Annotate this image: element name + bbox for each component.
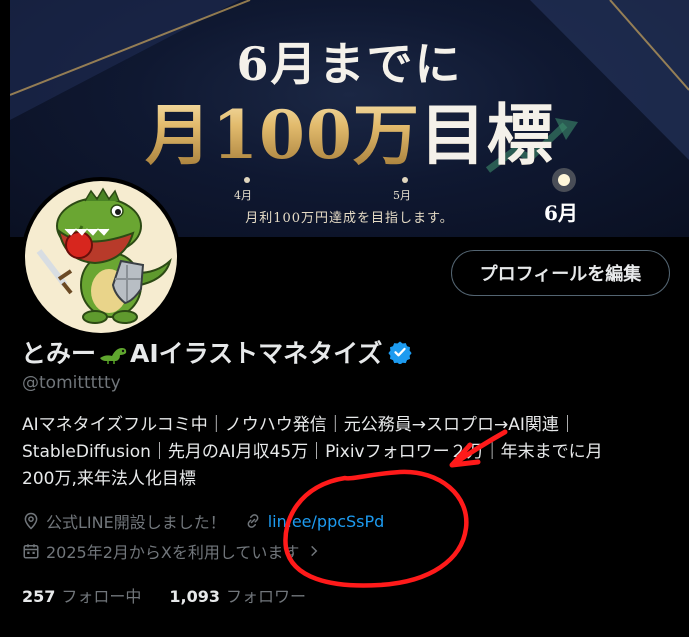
followers-count: 1,093 (169, 587, 221, 606)
joined-text: 2025年2月からXを利用しています (46, 543, 300, 562)
following-link[interactable]: 257 フォロー中 (22, 583, 141, 607)
bio-line: StableDiffusion｜先月のAI月収45万｜Pixivフォロワー２万｜… (22, 442, 603, 462)
follow-stats: 257 フォロー中 1,093 フォロワー (22, 583, 306, 607)
display-name-prefix: とみー (21, 339, 97, 368)
followers-label: フォロワー (226, 587, 307, 606)
user-handle: @tomittttty (22, 373, 121, 393)
dinosaur-emoji-icon (98, 341, 128, 364)
followers-link[interactable]: 1,093 フォロワー (169, 583, 306, 607)
chevron-right-icon (311, 545, 318, 557)
edit-profile-button[interactable]: プロフィールを編集 (451, 250, 670, 296)
profile-meta-row: 公式LINE開設しました！ lin.ee/ppcSsPd (22, 509, 384, 533)
display-name: とみー AIイラストマネタイズ (21, 334, 413, 370)
timeline-label-may: 5月 (393, 189, 411, 202)
banner-title: 月100万目標 (10, 82, 689, 178)
timeline-label-april: 4月 (234, 189, 252, 202)
display-name-suffix: AIイラストマネタイズ (130, 339, 383, 368)
avatar[interactable] (21, 177, 181, 337)
link-icon (247, 514, 259, 528)
bio-line: 200万,来年法人化目標 (22, 469, 196, 489)
bio: AIマネタイズフルコミ中｜ノウハウ発信｜元公務員→スロプロ→AI関連｜ Stab… (22, 412, 672, 493)
website-link[interactable]: lin.ee/ppcSsPd (268, 512, 385, 531)
verified-badge-icon[interactable] (388, 340, 413, 365)
banner-title-gold: 月100万 (145, 96, 420, 174)
dinosaur-mascot-icon (36, 187, 172, 324)
calendar-icon (23, 544, 39, 559)
profile-page: 6月までに 月100万目標 4月 5月 6月 月利100万円達成を目指します。 (0, 0, 689, 637)
following-count: 257 (22, 587, 56, 606)
banner-title-white: 目標 (419, 96, 554, 174)
bio-line: AIマネタイズフルコミ中｜ノウハウ発信｜元公務員→スロプロ→AI関連｜ (22, 415, 576, 435)
avatar-image (25, 181, 177, 333)
location-text: 公式LINE開設しました！ (46, 513, 226, 532)
joined-row[interactable]: 2025年2月からXを利用しています (22, 539, 327, 563)
following-label: フォロー中 (61, 587, 142, 606)
location-icon (24, 512, 38, 530)
